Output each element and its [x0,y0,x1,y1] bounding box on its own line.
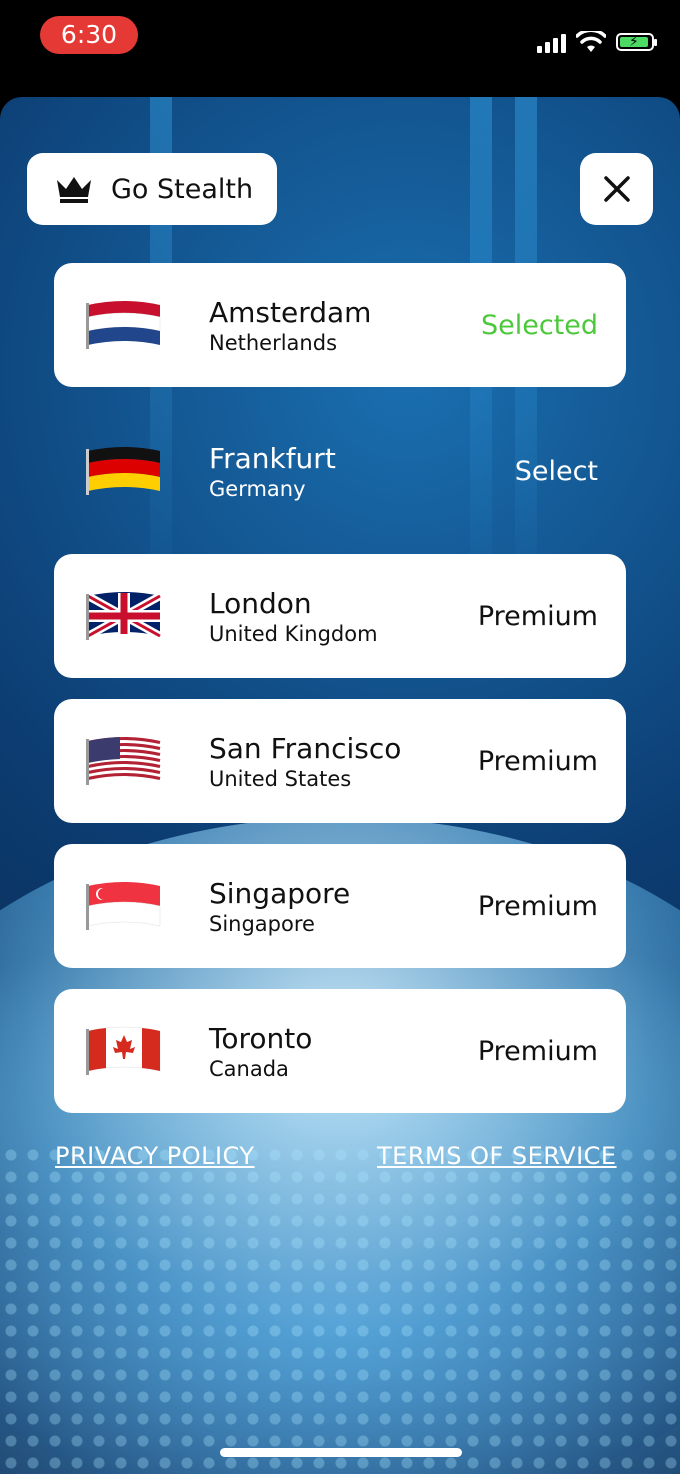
home-indicator[interactable] [220,1448,462,1457]
server-row-san-francisco[interactable]: San Francisco United States Premium [54,699,626,823]
server-city: London [209,587,312,620]
server-country: Canada [209,1057,289,1081]
status-bar: 6:30 ⚡ [0,0,680,95]
netherlands-flag-icon [84,299,164,351]
server-status-premium: Premium [477,746,598,777]
server-row-singapore[interactable]: Singapore Singapore Premium [54,844,626,968]
server-city: San Francisco [209,732,402,765]
canada-flag-icon [84,1025,164,1077]
singapore-flag-icon [84,880,164,932]
status-icons: ⚡ [537,26,657,58]
crown-icon [57,177,91,203]
uk-flag-icon [84,590,164,642]
go-stealth-button[interactable]: Go Stealth [27,153,277,225]
close-icon [603,176,630,202]
server-status-selected: Selected [480,310,598,341]
background-dots [0,1144,680,1474]
close-button[interactable] [580,153,653,225]
wifi-icon [576,31,606,52]
cellular-signal-icon [537,31,566,53]
go-stealth-label: Go Stealth [111,173,254,205]
server-row-frankfurt[interactable]: Frankfurt Germany Select [54,409,626,533]
server-country: Germany [209,477,306,501]
server-status-premium: Premium [477,891,598,922]
server-status-premium: Premium [477,1036,598,1067]
server-city: Singapore [209,877,351,910]
server-row-london[interactable]: London United Kingdom Premium [54,554,626,678]
clock: 6:30 [40,16,138,54]
battery-icon: ⚡ [616,33,657,51]
server-city: Toronto [209,1022,313,1055]
privacy-policy-link[interactable]: PRIVACY POLICY [55,1142,255,1170]
server-country: Netherlands [209,331,338,355]
server-city: Amsterdam [209,296,372,329]
server-city: Frankfurt [209,442,336,475]
us-flag-icon [84,735,164,787]
server-select-button[interactable]: Select [515,456,598,487]
server-country: Singapore [209,912,315,936]
terms-of-service-link[interactable]: TERMS OF SERVICE [377,1142,617,1170]
server-country: United Kingdom [209,622,378,646]
server-status-premium: Premium [477,601,598,632]
germany-flag-icon [84,445,164,497]
server-picker-sheet: Go Stealth Amsterdam Netherlands Selecte… [0,97,680,1474]
server-row-amsterdam[interactable]: Amsterdam Netherlands Selected [54,263,626,387]
server-row-toronto[interactable]: Toronto Canada Premium [54,989,626,1113]
server-country: United States [209,767,352,791]
